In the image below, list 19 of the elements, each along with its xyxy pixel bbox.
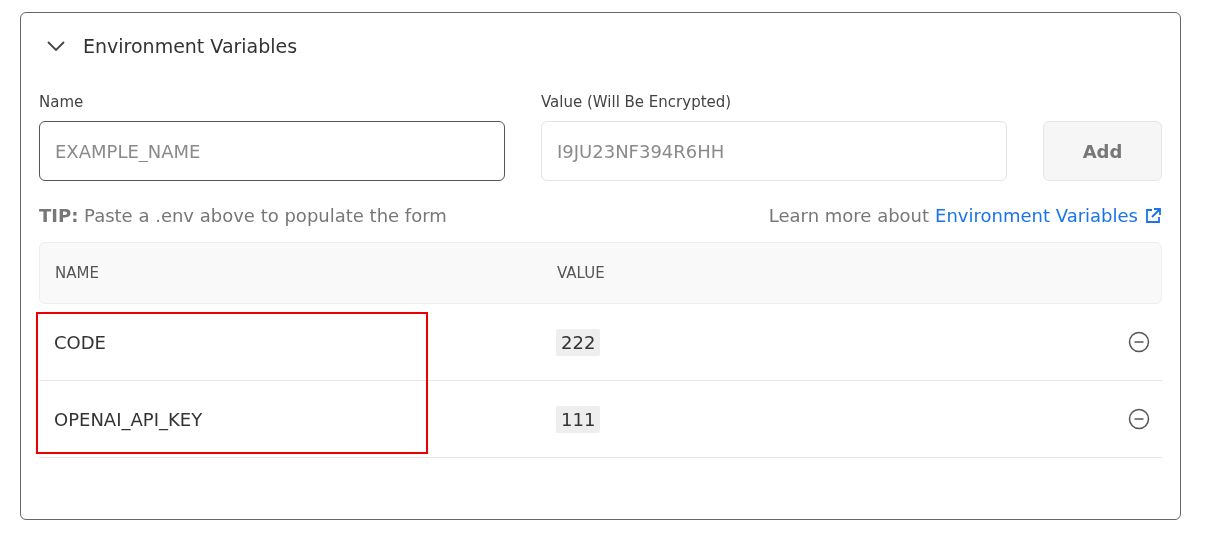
external-link-icon[interactable] [1144,206,1162,225]
variable-value: 222 [556,328,601,356]
value-input[interactable]: I9JU23NF394R6HH [541,121,1007,181]
chevron-icon[interactable] [47,41,65,51]
docs-link[interactable]: Environment Variables [935,205,1138,226]
variable-name: OPENAI_API_KEY [53,408,204,430]
field-label: Name [39,93,85,111]
section-title: Environment Variables [83,35,298,57]
column-header: NAME [54,264,100,282]
learn-more-text: Learn more about [768,205,930,226]
remove-icon[interactable] [1128,331,1150,353]
name-input[interactable]: EXAMPLE_NAME [39,121,505,181]
add-button[interactable]: Add [1043,121,1162,181]
field-label: Value (Will Be Encrypted) [541,93,733,111]
remove-icon[interactable] [1128,408,1150,430]
column-header: VALUE [557,264,606,282]
tip-text: TIP: Paste a .env above to populate the form [39,205,447,226]
variable-name: CODE [53,331,107,353]
variable-value: 111 [556,405,601,433]
